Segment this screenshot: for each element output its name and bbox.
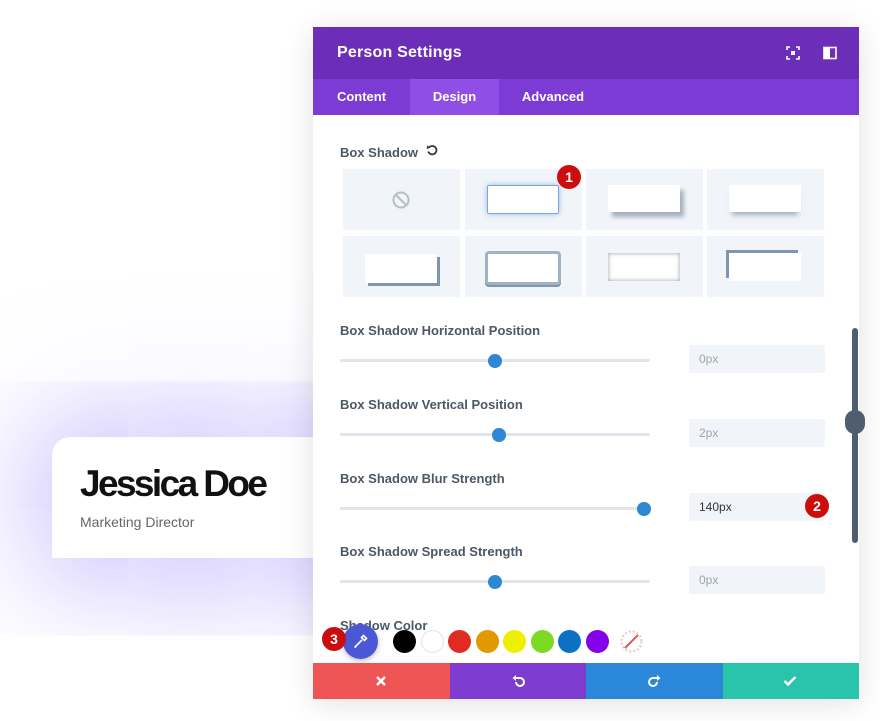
- eyedropper-icon: [354, 634, 368, 649]
- shadow-preset-none[interactable]: [343, 169, 460, 230]
- step-badge-1: 1: [557, 165, 581, 189]
- spread-strength-slider[interactable]: [340, 574, 650, 589]
- undo-button[interactable]: [449, 663, 586, 699]
- shadow-preset-2[interactable]: [586, 169, 703, 230]
- vertical-position-label: Box Shadow Vertical Position: [340, 397, 523, 412]
- person-settings-modal: Person Settings Content Design Advanced …: [313, 27, 859, 699]
- horizontal-position-label: Box Shadow Horizontal Position: [340, 323, 541, 338]
- color-swatch[interactable]: [585, 630, 609, 653]
- shadow-preset-6[interactable]: [586, 236, 703, 297]
- redo-button[interactable]: [586, 663, 723, 699]
- save-button[interactable]: [722, 663, 859, 699]
- spread-strength-label: Box Shadow Spread Strength: [340, 544, 523, 559]
- modal-title: Person Settings: [337, 44, 462, 61]
- scrollbar[interactable]: [852, 328, 858, 543]
- color-swatch[interactable]: [558, 630, 581, 653]
- fullscreen-icon[interactable]: [786, 46, 800, 60]
- tab-content[interactable]: Content: [313, 79, 410, 115]
- shadow-preset-3[interactable]: [707, 169, 824, 230]
- scroll-handle[interactable]: [845, 410, 865, 434]
- slider-handle[interactable]: [488, 353, 502, 368]
- modal-footer: [313, 663, 859, 699]
- step-badge-3: 3: [322, 627, 346, 651]
- color-swatch[interactable]: [530, 630, 554, 653]
- blur-strength-label: Box Shadow Blur Strength: [340, 471, 505, 486]
- close-icon: [376, 676, 386, 686]
- step-badge-2: 2: [805, 494, 829, 518]
- horizontal-position-slider[interactable]: [340, 353, 650, 368]
- color-swatch[interactable]: [393, 630, 416, 653]
- check-icon: [783, 676, 796, 687]
- clear-color-icon[interactable]: [620, 630, 643, 653]
- none-icon: [392, 191, 410, 209]
- color-swatch[interactable]: [448, 630, 471, 653]
- reset-icon[interactable]: [426, 144, 439, 157]
- sidebar-toggle-icon[interactable]: [823, 46, 837, 60]
- modal-header: Person Settings: [313, 27, 859, 79]
- eyedropper-button[interactable]: [343, 624, 378, 659]
- color-swatch[interactable]: [420, 630, 444, 653]
- slider-handle[interactable]: [637, 501, 651, 516]
- settings-content: Box Shadow 1 Box Shadow Horizontal Posit…: [313, 115, 859, 663]
- redo-icon: [648, 675, 661, 687]
- vertical-position-slider[interactable]: [340, 427, 650, 442]
- horizontal-position-input[interactable]: 0px: [689, 345, 825, 373]
- person-role: Marketing Director: [80, 514, 195, 530]
- color-swatch[interactable]: [503, 630, 526, 653]
- slider-handle[interactable]: [488, 574, 502, 589]
- undo-icon: [512, 675, 525, 687]
- shadow-preset-5[interactable]: [465, 236, 582, 297]
- color-swatch[interactable]: [475, 630, 499, 653]
- modal-tabs: Content Design Advanced: [313, 79, 859, 115]
- tab-advanced[interactable]: Advanced: [499, 79, 607, 115]
- person-name: Jessica Doe: [80, 463, 268, 504]
- shadow-preset-7[interactable]: [707, 236, 824, 297]
- slider-handle[interactable]: [492, 427, 506, 442]
- spread-strength-input[interactable]: 0px: [689, 566, 825, 594]
- box-shadow-label: Box Shadow: [340, 145, 419, 160]
- vertical-position-input[interactable]: 2px: [689, 419, 825, 447]
- tab-design[interactable]: Design: [410, 79, 499, 115]
- shadow-preset-4[interactable]: [343, 236, 460, 297]
- cancel-button[interactable]: [313, 663, 450, 699]
- blur-strength-slider[interactable]: [340, 501, 651, 516]
